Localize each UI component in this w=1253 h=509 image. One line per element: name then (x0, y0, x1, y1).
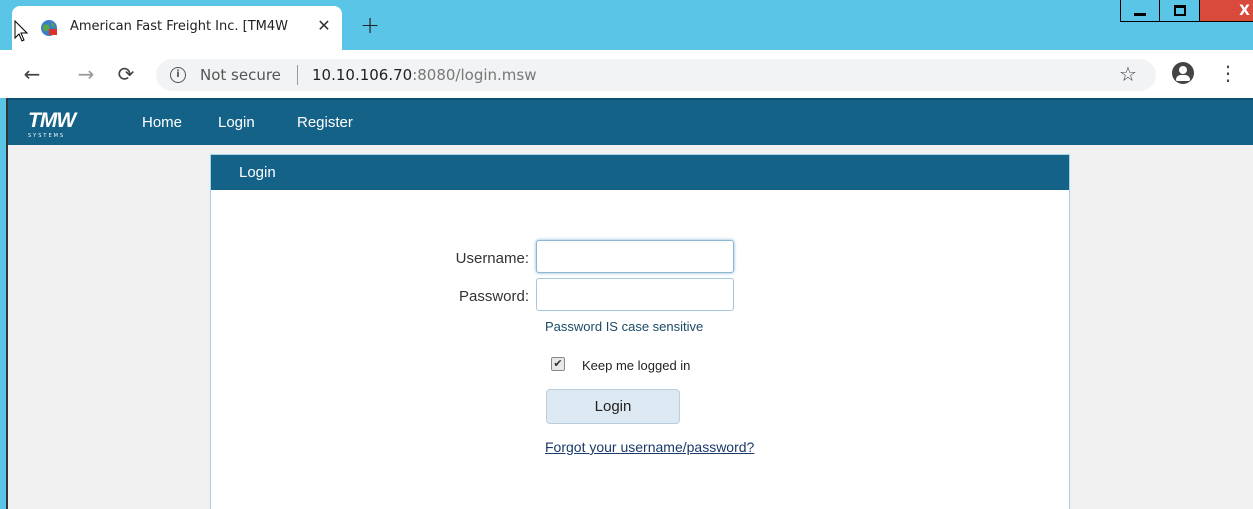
address-bar[interactable]: i Not secure 10.10.106.70:8080/login.msw (156, 59, 1156, 91)
menu-icon[interactable]: ⋮ (1218, 62, 1238, 84)
password-input[interactable] (536, 278, 734, 311)
browser-toolbar: ← → ⟳ i Not secure 10.10.106.70:8080/log… (0, 50, 1253, 98)
back-arrow-icon[interactable]: ← (20, 62, 44, 86)
minimize-icon (1134, 13, 1146, 16)
tab-close-icon[interactable]: ✕ (314, 16, 334, 36)
window-close-button[interactable]: X (1200, 0, 1253, 22)
window-left-edge (0, 98, 8, 509)
login-button[interactable]: Login (546, 389, 680, 424)
login-panel: Login Username: Password: Password IS ca… (210, 154, 1070, 509)
keep-logged-in-checkbox[interactable]: ✔ (551, 357, 565, 371)
minimize-button[interactable] (1120, 0, 1160, 22)
login-panel-header: Login (211, 155, 1069, 190)
password-hint: Password IS case sensitive (545, 319, 704, 334)
maximize-button[interactable] (1160, 0, 1200, 22)
info-icon[interactable]: i (170, 67, 186, 83)
not-secure-label: Not secure (200, 66, 281, 84)
password-label: Password: (458, 288, 529, 305)
account-icon[interactable] (1172, 62, 1194, 84)
maximize-icon (1173, 5, 1186, 16)
username-label: Username: (455, 250, 529, 267)
username-input[interactable] (536, 240, 734, 273)
tab-title: American Fast Freight Inc. [TM4W (70, 19, 310, 34)
globe-favicon-icon (41, 20, 57, 36)
nav-register[interactable]: Register (297, 114, 353, 131)
tmw-logo[interactable]: TMW (28, 109, 76, 133)
address-separator (297, 65, 298, 85)
nav-home[interactable]: Home (142, 114, 182, 131)
forward-arrow-icon[interactable]: → (74, 62, 98, 86)
url-path: :8080/login.msw (412, 66, 537, 84)
url-host: 10.10.106.70 (312, 66, 413, 84)
forgot-credentials-link[interactable]: Forgot your username/password? (545, 439, 754, 455)
new-tab-button[interactable]: + (358, 13, 382, 38)
reload-icon[interactable]: ⟳ (114, 62, 138, 86)
browser-tab[interactable]: American Fast Freight Inc. [TM4W ✕ (12, 6, 342, 50)
login-panel-title: Login (239, 164, 276, 181)
url-text[interactable]: 10.10.106.70:8080/login.msw (312, 66, 537, 84)
site-header: TMW SYSTEMS Home Login Register (8, 98, 1253, 145)
browser-tab-strip: American Fast Freight Inc. [TM4W ✕ + X (0, 0, 1253, 50)
star-icon[interactable]: ☆ (1116, 62, 1140, 86)
keep-logged-in-label[interactable]: Keep me logged in (582, 358, 690, 373)
tmw-logo-subtitle: SYSTEMS (28, 133, 66, 139)
window-controls: X (1120, 0, 1253, 26)
mouse-cursor-icon (14, 20, 28, 42)
nav-login[interactable]: Login (218, 114, 255, 131)
